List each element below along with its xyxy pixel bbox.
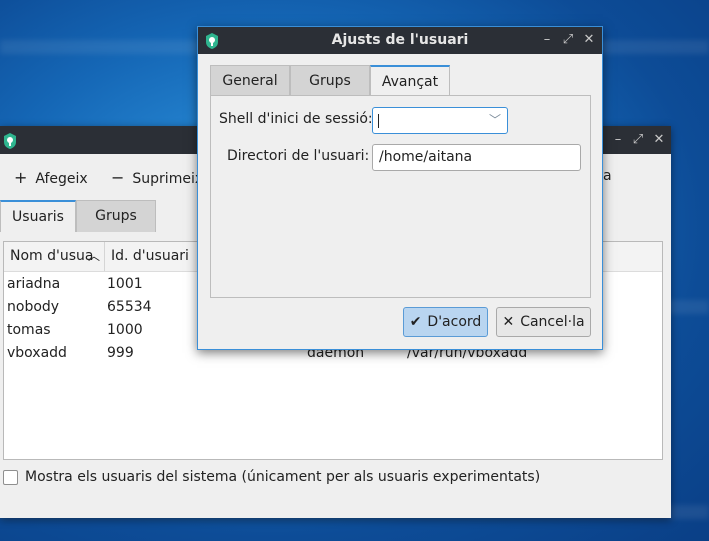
add-user-button[interactable]: + Afegeix	[14, 168, 88, 188]
maximize-icon[interactable]: ⤢	[630, 132, 646, 148]
delete-user-button[interactable]: − Suprimeix	[111, 168, 203, 188]
cancel-button[interactable]: ✕ Cancel·la	[496, 307, 591, 337]
ok-button[interactable]: ✔ D'acord	[403, 307, 488, 337]
show-system-users-checkbox[interactable]	[3, 470, 18, 485]
user-settings-dialog: Ajusts de l'usuari – ⤢ ✕ General Grups A…	[197, 26, 603, 350]
column-header-name[interactable]: Nom d'usua ︿	[4, 242, 105, 271]
plus-icon: +	[14, 168, 28, 187]
cell-name: nobody	[7, 299, 60, 315]
close-icon[interactable]: ✕	[651, 132, 667, 148]
tab-users[interactable]: Usuaris	[0, 200, 76, 232]
dialog-titlebar[interactable]: Ajusts de l'usuari – ⤢ ✕	[198, 27, 602, 54]
cell-uid: 999	[107, 345, 134, 361]
maximize-icon[interactable]: ⤢	[560, 32, 576, 48]
login-shell-combobox[interactable]: ﹀	[372, 107, 508, 134]
cell-name: ariadna	[7, 276, 61, 292]
show-system-users-label: Mostra els usuaris del sistema (únicamen…	[25, 469, 541, 485]
cross-icon: ✕	[502, 314, 515, 330]
minimize-icon[interactable]: –	[610, 132, 626, 148]
shell-label: Shell d'inici de sessió:	[219, 111, 373, 127]
toolbar-partial-button[interactable]: a	[603, 168, 612, 188]
chevron-down-icon[interactable]: ﹀	[489, 111, 501, 128]
tab-groups[interactable]: Grups	[290, 65, 370, 97]
sort-ascending-icon: ︿	[87, 249, 100, 263]
check-icon: ✔	[409, 314, 422, 330]
cell-name: tomas	[7, 322, 51, 338]
tab-general[interactable]: General	[210, 65, 290, 97]
minus-icon: −	[111, 168, 125, 187]
text-cursor	[378, 114, 379, 128]
home-directory-field[interactable]: /home/aitana	[372, 144, 581, 171]
minimize-icon[interactable]: –	[539, 32, 555, 48]
tab-advanced[interactable]: Avançat	[370, 65, 450, 98]
cell-uid: 1001	[107, 276, 143, 292]
cell-uid: 65534	[107, 299, 152, 315]
home-directory-label: Directori de l'usuari:	[227, 148, 370, 164]
app-icon	[2, 132, 18, 154]
tab-groups[interactable]: Grups	[76, 200, 156, 232]
cell-name: vboxadd	[7, 345, 67, 361]
close-icon[interactable]: ✕	[581, 32, 597, 48]
cell-uid: 1000	[107, 322, 143, 338]
